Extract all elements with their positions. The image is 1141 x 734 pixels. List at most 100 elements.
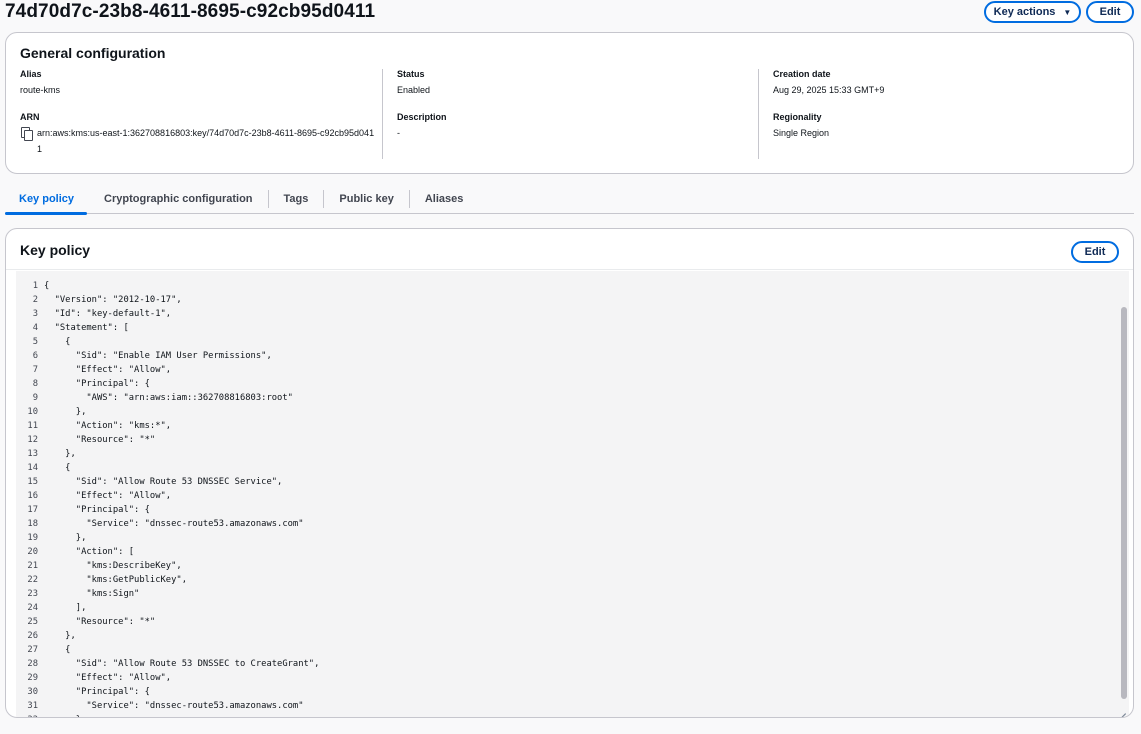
line-number: 2: [32, 295, 38, 305]
tab-bar: Key policy Cryptographic configuration T…: [5, 188, 1134, 215]
line-number: 5: [32, 337, 38, 347]
line-number: 24: [27, 603, 38, 613]
line-number: 17: [27, 505, 38, 515]
code-line: "Sid": "Enable IAM User Permissions",: [44, 351, 272, 361]
line-number: 25: [27, 617, 38, 627]
tab-public-key[interactable]: Public key: [324, 188, 408, 213]
edit-policy-button[interactable]: Edit: [1071, 241, 1119, 263]
creation-date-value: Aug 29, 2025 15:33 GMT+9: [773, 85, 885, 95]
line-number: 20: [27, 547, 38, 557]
code-line: "Resource": "*": [44, 435, 156, 445]
line-number: 4: [32, 323, 38, 333]
key-policy-title: Key policy: [20, 242, 91, 258]
code-line: "Action": "kms:*",: [44, 421, 172, 431]
code-line: "Action": [: [44, 547, 135, 557]
line-number: 15: [27, 477, 38, 487]
line-number: 27: [27, 645, 38, 655]
creation-date-label: Creation date: [773, 69, 831, 79]
code-line: "Service": "dnssec-route53.amazonaws.com…: [44, 519, 304, 529]
alias-label: Alias: [20, 69, 42, 79]
general-column-2: Status Enabled Description -: [397, 69, 759, 141]
line-number: 10: [27, 407, 38, 417]
editor-scrollbar[interactable]: [1121, 307, 1127, 699]
line-number: 32: [16, 713, 38, 717]
code-line: },: [44, 449, 76, 459]
line-number: 8: [32, 379, 38, 389]
description-label: Description: [397, 112, 447, 122]
code-line: "Sid": "Allow Route 53 DNSSEC to CreateG…: [44, 659, 320, 669]
code-line: ],: [44, 603, 87, 613]
tab-tags[interactable]: Tags: [269, 188, 324, 213]
code-line: },: [44, 407, 87, 417]
line-number: 31: [27, 701, 38, 711]
regionality-value: Single Region: [773, 128, 830, 138]
line-number: 26: [27, 631, 38, 641]
divider: [6, 269, 1133, 270]
resize-handle-icon[interactable]: [1114, 702, 1126, 714]
code-line: "kms:Sign": [44, 589, 140, 599]
regionality-label: Regionality: [773, 112, 822, 122]
line-number: 1: [32, 281, 38, 291]
key-actions-button[interactable]: Key actions ▼: [984, 1, 1081, 23]
code-line: "Id": "key-default-1",: [44, 309, 172, 319]
code-line: },: [44, 631, 76, 641]
code-line: "kms:DescribeKey",: [44, 561, 182, 571]
code-line: {: [44, 645, 71, 655]
code-line: "kms:GetPublicKey",: [44, 575, 187, 585]
alias-value: route-kms: [20, 85, 61, 95]
line-number: 16: [27, 491, 38, 501]
code-editor[interactable]: 1 2 3 4 5 6 7 8 9 10 11 12 13 14 15 16 17 18 19 20 21 22 23 24 2…: [16, 271, 1129, 717]
line-number: 22: [27, 575, 38, 585]
status-value: Enabled: [397, 85, 431, 95]
code-line: },: [44, 713, 319, 717]
code-line: "Resource": "*": [44, 617, 156, 627]
copy-icon[interactable]: [20, 126, 34, 141]
line-number: 28: [27, 659, 38, 669]
code-line: "Sid": "Allow Route 53 DNSSEC Service",: [44, 477, 283, 487]
code-line: "Effect": "Allow",: [44, 673, 172, 683]
line-number: 7: [32, 365, 38, 375]
line-number: 30: [27, 687, 38, 697]
column-divider: [382, 69, 383, 159]
column-divider: [758, 69, 759, 159]
code-line: {: [44, 337, 71, 347]
code-line: "Principal": {: [44, 379, 150, 389]
line-number: 11: [27, 421, 38, 431]
code-line: "Effect": "Allow",: [44, 365, 172, 375]
code-line: "Version": "2012-10-17",: [44, 295, 182, 305]
general-configuration-panel: General configuration Alias route-kms AR…: [5, 32, 1134, 174]
tab-aliases[interactable]: Aliases: [410, 188, 479, 213]
tab-key-policy[interactable]: Key policy: [5, 188, 89, 215]
code-line: {: [44, 281, 50, 291]
general-column-1: Alias route-kms ARN arn:aws:kms:us-east-…: [20, 69, 382, 157]
code-line: "Statement": [: [44, 323, 129, 333]
line-number: 29: [27, 673, 38, 683]
tab-cryptographic-configuration[interactable]: Cryptographic configuration: [89, 188, 268, 213]
code-line: "AWS": "arn:aws:iam::362708816803:root": [44, 393, 293, 403]
line-number-gutter: 1 2 3 4 5 6 7 8 9 10 11 12 13 14 15 16 17 18 19 20 21 22 23 24 2…: [16, 279, 38, 717]
line-number: 19: [27, 533, 38, 543]
general-column-3: Creation date Aug 29, 2025 15:33 GMT+9 R…: [773, 69, 1123, 141]
code-line: "Service": "dnssec-route53.amazonaws.com…: [44, 701, 304, 711]
caret-down-icon: ▼: [1063, 7, 1072, 17]
line-number: 23: [27, 589, 38, 599]
arn-label: ARN: [20, 112, 40, 122]
status-label: Status: [397, 69, 425, 79]
line-number: 18: [27, 519, 38, 529]
code-line: "Principal": {: [44, 505, 150, 515]
code-line: "Effect": "Allow",: [44, 491, 172, 501]
page-title: 74d70d7c-23b8-4611-8695-c92cb95d0411: [5, 1, 376, 22]
code-line: },: [44, 533, 87, 543]
code-line: {: [44, 463, 71, 473]
arn-value: arn:aws:kms:us-east-1:362708816803:key/7…: [37, 128, 375, 154]
description-value: -: [397, 128, 400, 138]
edit-button[interactable]: Edit: [1086, 1, 1134, 23]
code-content[interactable]: { "Version": "2012-10-17", "Id": "key-de…: [44, 279, 319, 717]
general-configuration-title: General configuration: [20, 45, 166, 61]
code-line: "Principal": {: [44, 687, 150, 697]
key-policy-panel: Key policy Edit 1 2 3 4 5 6 7 8 9 10 11 12 13 14 15 16 1…: [5, 228, 1134, 718]
line-number: 6: [32, 351, 38, 361]
line-number: 13: [27, 449, 38, 459]
line-number: 3: [32, 309, 38, 319]
line-number: 9: [32, 393, 38, 403]
